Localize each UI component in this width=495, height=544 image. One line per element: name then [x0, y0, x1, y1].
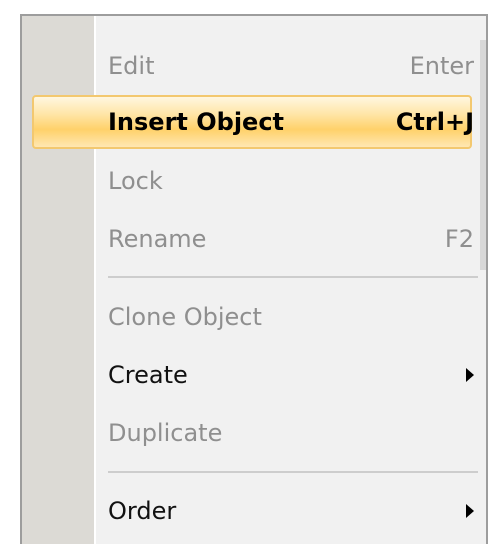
menu-item-label: Clone Object	[108, 303, 262, 331]
menu-right-edge	[480, 40, 486, 270]
menu-item-label: Lock	[108, 167, 163, 195]
menu-item-lock[interactable]: Lock	[108, 166, 474, 196]
menu-separator	[108, 276, 478, 278]
menu-item-order[interactable]: Order	[108, 496, 474, 526]
menu-item-label: Create	[108, 361, 188, 389]
menu-item-shortcut: Enter	[409, 52, 474, 80]
menu-item-label: Insert Object	[108, 108, 285, 136]
chevron-right-icon	[466, 504, 474, 518]
menu-item-label: Duplicate	[108, 419, 223, 447]
menu-item-clone-object[interactable]: Clone Object	[108, 302, 474, 332]
menu-item-create[interactable]: Create	[108, 360, 474, 390]
chevron-right-icon	[466, 368, 474, 382]
menu-item-label: Order	[108, 497, 177, 525]
menu-item-label: Edit	[108, 52, 155, 80]
menu-item-shortcut: Ctrl+J	[395, 108, 474, 136]
menu-item-duplicate[interactable]: Duplicate	[108, 418, 474, 448]
menu-item-label: Rename	[108, 225, 207, 253]
menu-separator	[108, 471, 478, 473]
context-menu: Edit Enter Insert Object Ctrl+J Lock Ren…	[20, 14, 488, 544]
menu-item-edit[interactable]: Edit Enter	[108, 51, 474, 81]
menu-item-rename[interactable]: Rename F2	[108, 224, 474, 254]
menu-item-insert-object[interactable]: Insert Object Ctrl+J	[108, 107, 474, 137]
menu-item-shortcut: F2	[444, 225, 474, 253]
